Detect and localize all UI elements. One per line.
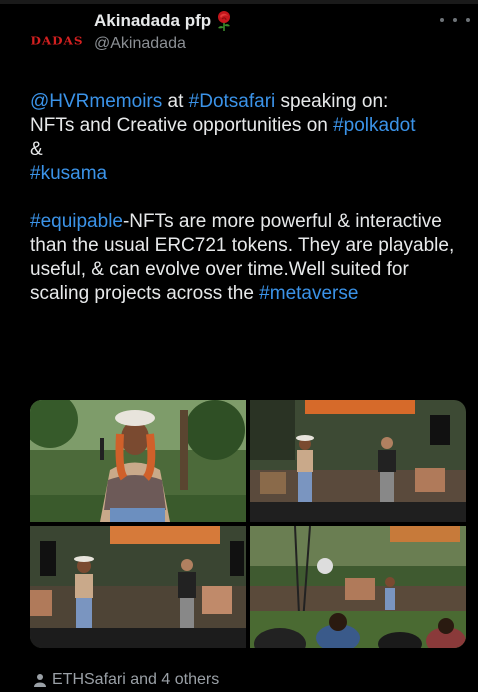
tweet-paragraph-2: #equipable-NFTs are more powerful & inte… — [30, 210, 470, 306]
photo-audience-view[interactable] — [250, 526, 466, 648]
more-icon[interactable] — [440, 10, 470, 30]
liked-by-text: ETHSafari and 4 others — [52, 671, 220, 688]
text-fragment: at — [162, 91, 189, 112]
photo-stage-wide-1[interactable] — [250, 400, 466, 522]
author-handle[interactable]: @Akinadada — [94, 35, 186, 53]
hashtag-equipable[interactable]: #equipable — [30, 211, 123, 232]
liked-by-row[interactable]: ETHSafari and 4 others — [34, 671, 219, 689]
author-name-row: Akinadada pfp — [94, 10, 233, 32]
text-fragment: speaking on: — [275, 91, 389, 112]
rose-icon — [215, 10, 233, 32]
hashtag-dotsafari[interactable]: #Dotsafari — [189, 91, 276, 112]
text-fragment: NFTs and Creative opportunities on — [30, 115, 334, 136]
avatar[interactable]: DADAS — [30, 14, 84, 68]
hashtag-polkadot[interactable]: #polkadot — [333, 115, 415, 136]
more-dot — [440, 18, 444, 22]
display-name[interactable]: Akinadada pfp — [94, 11, 211, 31]
photo-stage-wide-2[interactable] — [30, 526, 246, 648]
avatar-logo-text: DADAS — [30, 34, 84, 48]
hashtag-kusama[interactable]: #kusama — [30, 162, 470, 186]
hashtag-metaverse[interactable]: #metaverse — [259, 283, 358, 304]
tweet-line-1: @HVRmemoirs at #Dotsafari speaking on: — [30, 90, 470, 114]
tweet-line-3: & — [30, 139, 43, 160]
more-dot — [466, 18, 470, 22]
media-grid — [30, 400, 466, 648]
photo-speaker-closeup[interactable] — [30, 400, 246, 522]
mention-hvrmemoirs[interactable]: @HVRmemoirs — [30, 91, 162, 112]
tweet-line-2: NFTs and Creative opportunities on #polk… — [30, 114, 470, 138]
person-icon — [34, 673, 46, 687]
tweet-text: @HVRmemoirs at #Dotsafari speaking on: N… — [30, 90, 470, 306]
more-dot — [453, 18, 457, 22]
top-edge — [0, 0, 478, 4]
